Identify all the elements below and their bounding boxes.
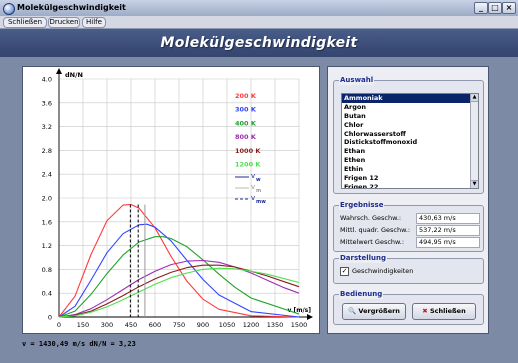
menu-bar: Schließen Drucken Hilfe — [0, 16, 518, 29]
list-item[interactable]: Ethin — [342, 165, 478, 174]
close-icon: ✖ — [422, 307, 428, 315]
y-tick-label: 2.0 — [42, 195, 52, 203]
legend-temperature: 1200 K — [235, 161, 261, 169]
legend-velocity-label: w — [256, 177, 261, 183]
gas-list: Ammoniak Argon Butan Chlor Chlorwasserstoff D… — [342, 94, 478, 188]
x-tick-label: 300 — [101, 321, 113, 329]
x-axis-label: v [m/s] — [288, 307, 312, 314]
bedienung-group: Bedienung 🔍 Vergrößern ✖ Schließen — [333, 290, 484, 325]
x-tick-label: 1200 — [243, 321, 260, 329]
darstellung-group: Darstellung ✓ Geschwindigkeiten — [333, 254, 484, 284]
window-title: Molekülgeschwindigkeit — [17, 3, 126, 12]
maximize-button[interactable]: □ — [488, 2, 502, 14]
gas-listbox[interactable]: Ammoniak Argon Butan Chlor Chlorwasserstoff D… — [341, 93, 479, 189]
darstellung-label: Darstellung — [339, 254, 388, 263]
list-item[interactable]: Ammoniak — [342, 94, 478, 103]
page-title: Molekülgeschwindigkeit — [160, 35, 358, 51]
x-tick-label: 150 — [77, 321, 89, 329]
enlarge-button[interactable]: 🔍 Vergrößern — [342, 303, 406, 320]
result-value: 430,63 m/s — [416, 213, 480, 224]
legend-velocity-symbol: v — [251, 183, 255, 191]
enlarge-label: Vergrößern — [358, 307, 400, 315]
close-window-button[interactable]: × — [502, 2, 516, 14]
auswahl-label: Auswahl — [339, 76, 375, 85]
y-axis-arrow-icon — [56, 68, 62, 74]
scroll-down-icon[interactable]: ▼ — [471, 180, 478, 188]
legend-temperature: 800 K — [235, 133, 257, 141]
list-item[interactable]: Distickstoffmonoxid — [342, 138, 478, 147]
checkbox-label[interactable]: Geschwindigkeiten — [352, 266, 413, 276]
y-tick-label: 3.6 — [42, 99, 52, 107]
result-row: Wahrsch. Geschw.: 430,63 m/s — [340, 213, 480, 224]
header-banner: Molekülgeschwindigkeit — [0, 29, 518, 57]
result-label: Wahrsch. Geschw.: — [340, 214, 402, 222]
bedienung-label: Bedienung — [339, 290, 384, 299]
list-item[interactable]: Frigen 22 — [342, 183, 478, 188]
list-item[interactable]: Argon — [342, 103, 478, 112]
x-tick-label: 600 — [149, 321, 161, 329]
y-tick-label: 0.4 — [42, 290, 52, 298]
legend-velocity-symbol: v — [251, 194, 255, 202]
distribution-chart[interactable]: 0 150 300 450 600 750 900 1050 1200 1350 1500 0 0.4 0… — [23, 67, 319, 333]
list-scrollbar[interactable]: ▲ ▼ — [470, 94, 478, 188]
legend-velocity-symbol: v — [251, 172, 255, 180]
list-item[interactable]: Chlor — [342, 121, 478, 130]
x-axis-arrow-icon — [307, 314, 313, 320]
legend-velocity-label: m — [256, 188, 261, 194]
list-item[interactable]: Ethen — [342, 156, 478, 165]
control-panel: Auswahl Ammoniak Argon Butan Chlor Chlorwass… — [327, 66, 489, 334]
y-tick-label: 2.4 — [42, 171, 52, 179]
close-button[interactable]: ✖ Schließen — [412, 303, 476, 320]
result-value: 537,22 m/s — [416, 225, 480, 236]
app-icon — [3, 3, 15, 15]
y-tick-label: 0.8 — [42, 266, 52, 274]
legend-temperature: 1000 K — [235, 147, 261, 155]
y-tick-label: 1.6 — [42, 218, 52, 226]
list-item[interactable]: Butan — [342, 112, 478, 121]
close-label: Schließen — [429, 307, 466, 315]
y-tick-label: 4.0 — [42, 76, 52, 84]
result-row: Mittl. quadr. Geschw.: 537,22 m/s — [340, 225, 480, 236]
list-item[interactable]: Chlorwasserstoff — [342, 130, 478, 139]
cursor-readout: v = 1430,49 m/s dN/N = 3,23 — [22, 340, 136, 348]
list-item[interactable]: Frigen 12 — [342, 174, 478, 183]
y-tick-label: 2.8 — [42, 147, 52, 155]
chart-panel[interactable]: 0 150 300 450 600 750 900 1050 1200 1350 1500 0 0.4 0… — [22, 66, 320, 334]
x-tick-label: 750 — [173, 321, 185, 329]
legend-temperature: 400 K — [235, 119, 257, 127]
ergebnisse-label: Ergebnisse — [339, 201, 385, 210]
x-tick-label: 1050 — [219, 321, 236, 329]
x-tick-label: 450 — [125, 321, 137, 329]
y-tick-label: 0 — [48, 314, 52, 322]
x-tick-label: 0 — [57, 321, 61, 329]
geschwindigkeiten-checkbox[interactable]: ✓ — [340, 267, 349, 276]
menu-schliessen[interactable]: Schließen — [3, 17, 47, 28]
title-bar: Molekülgeschwindigkeit _ □ × — [0, 0, 518, 17]
scroll-up-icon[interactable]: ▲ — [471, 94, 478, 102]
y-tick-label: 1.2 — [42, 242, 52, 250]
ergebnisse-group: Ergebnisse Wahrsch. Geschw.: 430,63 m/s … — [333, 201, 484, 252]
result-label: Mittl. quadr. Geschw.: — [340, 226, 411, 234]
y-axis-label: dN/N — [65, 71, 83, 79]
auswahl-group: Auswahl Ammoniak Argon Butan Chlor Chlorwass… — [333, 76, 484, 194]
result-label: Mittelwert Geschw.: — [340, 238, 405, 246]
x-tick-label: 900 — [197, 321, 209, 329]
minimize-button[interactable]: _ — [474, 2, 488, 14]
result-value: 494,95 m/s — [416, 237, 480, 248]
x-tick-label: 1500 — [291, 321, 308, 329]
menu-hilfe[interactable]: Hilfe — [82, 17, 106, 28]
magnifier-icon: 🔍 — [348, 307, 357, 315]
result-row: Mittelwert Geschw.: 494,95 m/s — [340, 237, 480, 248]
menu-drucken[interactable]: Drucken — [48, 17, 80, 28]
list-item[interactable]: Ethan — [342, 147, 478, 156]
y-tick-label: 3.2 — [42, 123, 52, 131]
x-tick-label: 1350 — [267, 321, 284, 329]
legend-temperature: 300 K — [235, 106, 257, 114]
legend-velocity-label: mw — [256, 199, 266, 205]
legend-temperature: 200 K — [235, 92, 257, 100]
